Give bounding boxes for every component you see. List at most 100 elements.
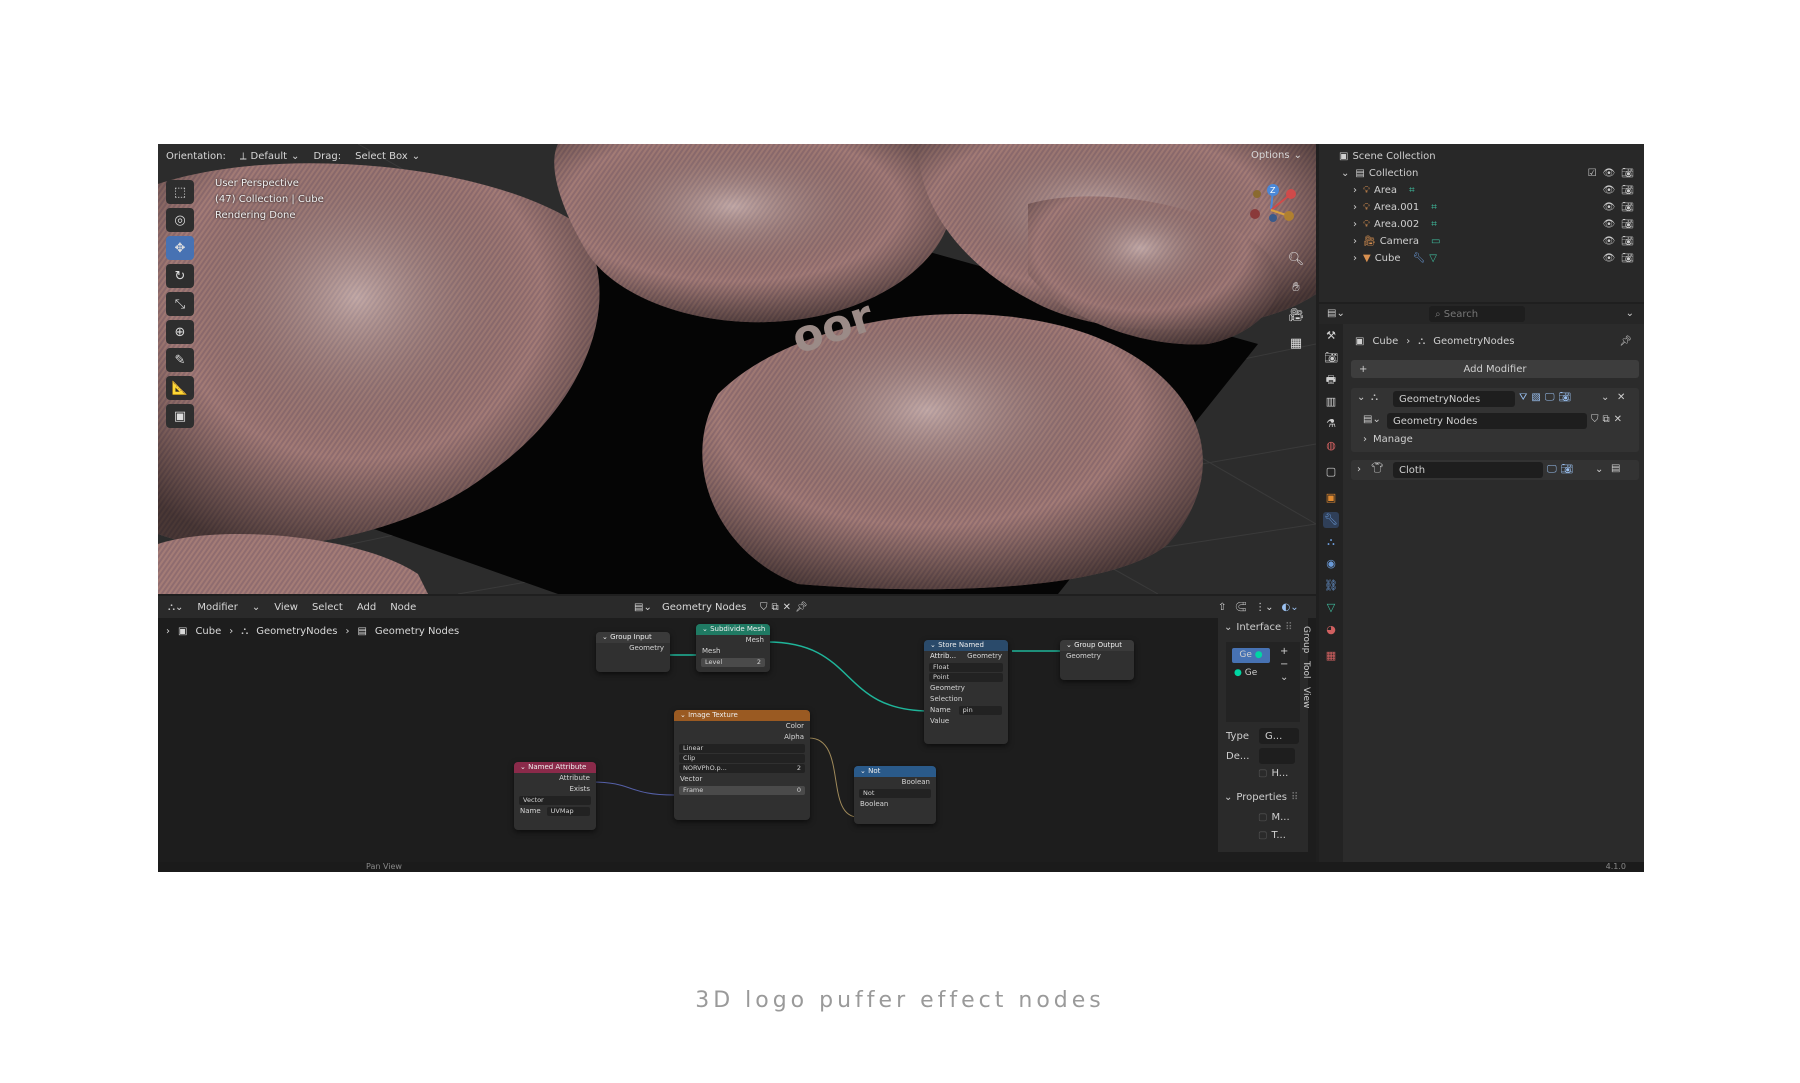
type-dropdown[interactable]: G... xyxy=(1258,728,1299,744)
eye-icon[interactable]: 👁︎ xyxy=(1603,202,1616,213)
property-row[interactable]: ▢ M... xyxy=(1258,812,1290,823)
expand-chevron-icon[interactable]: › xyxy=(1353,253,1357,264)
tool-tab-icon[interactable]: ⚒ xyxy=(1323,328,1339,344)
edit-mode-icon[interactable]: ▧ xyxy=(1531,392,1540,403)
pin-icon[interactable]: 📌︎ xyxy=(1619,336,1632,347)
camera-icon[interactable]: 📷︎ xyxy=(1621,168,1634,179)
name-field[interactable]: pin xyxy=(958,706,1002,715)
render-camera-icon[interactable]: 📷︎ xyxy=(1561,464,1574,475)
camera-icon[interactable]: 📷︎ xyxy=(1621,202,1634,213)
data-type-dropdown[interactable]: Float xyxy=(929,663,1003,672)
properties-editor[interactable]: ▤⌄ ⌕ Search ⌄ ⚒ 📷︎ 🖶 ▥ ⚗ ◍ ▢ ▣ 🔧︎ ⛬ ◉ ⛓ … xyxy=(1319,304,1644,872)
navigation-gizmo[interactable]: Z xyxy=(1243,182,1299,238)
unlink-close-icon[interactable]: ✕ xyxy=(1614,414,1622,425)
drag-dropdown[interactable]: Select Box ⌄ xyxy=(349,149,426,164)
camera-icon[interactable]: 📷︎ xyxy=(1621,253,1634,264)
named-attribute-node[interactable]: ⌄ Named Attribute Attribute Exists Vecto… xyxy=(514,762,596,830)
object-tab-icon[interactable]: ▣ xyxy=(1323,490,1339,506)
node-editor[interactable]: ⛬⌄ Modifier ⌄ View Select Add Node ▤⌄ Ge… xyxy=(158,596,1316,872)
texture-tab-icon[interactable]: ▦ xyxy=(1323,648,1339,664)
eye-icon[interactable]: 👁︎ xyxy=(1603,185,1616,196)
physics-tab-icon[interactable]: ◉ xyxy=(1323,556,1339,572)
camera-icon[interactable]: 📷︎ xyxy=(1621,236,1634,247)
interface-socket-item[interactable]: ● Ge xyxy=(1234,668,1257,678)
cloth-name-field[interactable]: Cloth xyxy=(1393,462,1543,478)
store-named-attribute-node[interactable]: ⌄ Store Named Attrib... Geometry Float P… xyxy=(924,640,1008,744)
eye-icon[interactable]: 👁︎ xyxy=(1603,253,1616,264)
data-tab-icon[interactable]: ▽ xyxy=(1323,600,1339,616)
checkbox-icon[interactable]: ▢ xyxy=(1258,812,1267,823)
orientation-dropdown[interactable]: ⟂ Default ⌄ xyxy=(234,149,306,164)
camera-icon[interactable]: 📷︎ xyxy=(1621,185,1634,196)
render-camera-icon[interactable]: 📷︎ xyxy=(1559,392,1572,403)
measure-tool-icon[interactable]: 📐 xyxy=(166,376,194,400)
node-group-field[interactable]: Geometry Nodes xyxy=(1387,413,1587,429)
render-tab-icon[interactable]: 📷︎ xyxy=(1323,350,1339,366)
particles-tab-icon[interactable]: ⛬ xyxy=(1323,534,1339,550)
minus-icon[interactable]: − xyxy=(1280,659,1288,670)
tab-view[interactable]: View xyxy=(1301,683,1311,712)
node-tree-icon[interactable]: ▤⌄ xyxy=(1363,414,1381,425)
group-output-node[interactable]: ⌄ Group Output Geometry xyxy=(1060,640,1134,680)
camera-icon[interactable]: 📷︎ xyxy=(1621,219,1634,230)
fake-user-shield-icon[interactable]: ⛉ xyxy=(1591,414,1599,425)
scene-tab-icon[interactable]: ⚗ xyxy=(1323,416,1339,432)
cursor-tool-icon[interactable]: ◎ xyxy=(166,208,194,232)
constraints-tab-icon[interactable]: ⛓ xyxy=(1323,578,1339,594)
outliner-collection[interactable]: ⌄ ▤ Collection ☑ 👁︎ 📷︎ xyxy=(1319,165,1644,182)
outliner-item[interactable]: › 💡︎ Area.002 ⌗ 👁︎ 📷︎ xyxy=(1319,216,1644,233)
expand-chevron-icon[interactable]: › xyxy=(1353,185,1357,196)
outliner-scene-collection[interactable]: ▣ Scene Collection xyxy=(1319,148,1644,165)
chevron-down-icon[interactable]: ⌄ xyxy=(1626,308,1634,319)
properties-search[interactable]: ⌕ Search xyxy=(1429,306,1525,322)
expand-chevron-icon[interactable]: › xyxy=(1353,202,1357,213)
group-input-node[interactable]: ⌄ Group Input Geometry xyxy=(596,632,670,672)
filter-icon[interactable]: ⛛ xyxy=(1519,392,1527,403)
outliner-item[interactable]: › 💡︎ Area.001 ⌗ 👁︎ 📷︎ xyxy=(1319,199,1644,216)
viewport-display-icon[interactable]: 🖵 xyxy=(1547,464,1557,475)
eye-icon[interactable]: 👁︎ xyxy=(1603,219,1616,230)
move-tool-icon[interactable]: ✥ xyxy=(166,236,194,260)
options-dropdown[interactable]: Options ⌄ xyxy=(1245,148,1308,163)
outliner[interactable]: ▣ Scene Collection ⌄ ▤ Collection ☑ 👁︎ 📷… xyxy=(1319,144,1644,302)
dropdown-chevron-icon[interactable]: ⌄ xyxy=(1595,464,1603,475)
add-modifier-button[interactable]: + Add Modifier xyxy=(1351,360,1639,378)
collection-tab-icon[interactable]: ▢ xyxy=(1323,464,1339,480)
level-field[interactable]: Level 2 xyxy=(701,658,765,667)
add-cube-tool-icon[interactable]: ▣ xyxy=(166,404,194,428)
boolean-not-node[interactable]: ⌄ Not Boolean Not Boolean xyxy=(854,766,936,824)
description-field[interactable] xyxy=(1259,748,1296,764)
subdivide-mesh-node[interactable]: ⌄ Subdivide Mesh Mesh Mesh Level 2 xyxy=(696,624,770,672)
duplicate-icon[interactable]: ⧉ xyxy=(1603,414,1610,425)
data-type-dropdown[interactable]: Vector xyxy=(519,796,591,805)
manage-subpanel[interactable]: › Manage xyxy=(1363,434,1413,445)
expand-chevron-icon[interactable]: ⌄ xyxy=(1341,168,1349,179)
outliner-item[interactable]: › 💡︎ Area ⌗ 👁︎ 📷︎ xyxy=(1319,182,1644,199)
outliner-item[interactable]: › 🎥︎ Camera ▭ 👁︎ 📷︎ xyxy=(1319,233,1644,250)
interface-panel-header[interactable]: ⌄ Interface ⠿ xyxy=(1224,622,1293,633)
expand-chevron-icon[interactable]: › xyxy=(1353,236,1357,247)
tab-group[interactable]: Group xyxy=(1301,622,1311,657)
outliner-item[interactable]: › ▼ Cube 🔧︎ ▽ 👁︎ 📷︎ xyxy=(1319,250,1644,267)
image-texture-node[interactable]: ⌄ Image Texture Color Alpha Linear Clip … xyxy=(674,710,810,820)
operation-dropdown[interactable]: Not xyxy=(859,789,931,798)
editor-type-icon[interactable]: ▤⌄ xyxy=(1327,308,1345,319)
modifier-name-field[interactable]: GeometryNodes xyxy=(1393,391,1515,407)
eye-icon[interactable]: 👁︎ xyxy=(1603,236,1616,247)
properties-panel-header[interactable]: ⌄ Properties ⠿ xyxy=(1224,792,1298,803)
image-selector[interactable]: NORVPhO.p... 2 xyxy=(679,764,805,773)
plus-icon[interactable]: + xyxy=(1280,646,1288,657)
annotate-tool-icon[interactable]: ✎ xyxy=(166,348,194,372)
pan-hand-icon[interactable]: ✋︎ xyxy=(1286,278,1306,298)
viewport-display-icon[interactable]: 🖵 xyxy=(1545,392,1555,403)
checkbox-icon[interactable]: ☑ xyxy=(1588,168,1597,179)
frame-field[interactable]: Frame 0 xyxy=(679,786,805,795)
zoom-icon[interactable]: 🔍︎ xyxy=(1286,250,1306,270)
output-tab-icon[interactable]: 🖶 xyxy=(1323,372,1339,388)
hide-value-row[interactable]: ▢ H... xyxy=(1258,768,1288,779)
close-icon[interactable]: ✕ xyxy=(1617,392,1625,403)
property-row[interactable]: ▢ T... xyxy=(1258,830,1286,841)
view-layer-tab-icon[interactable]: ▥ xyxy=(1323,394,1339,410)
world-tab-icon[interactable]: ◍ xyxy=(1323,438,1339,454)
checkbox-icon[interactable]: ▢ xyxy=(1258,830,1267,841)
